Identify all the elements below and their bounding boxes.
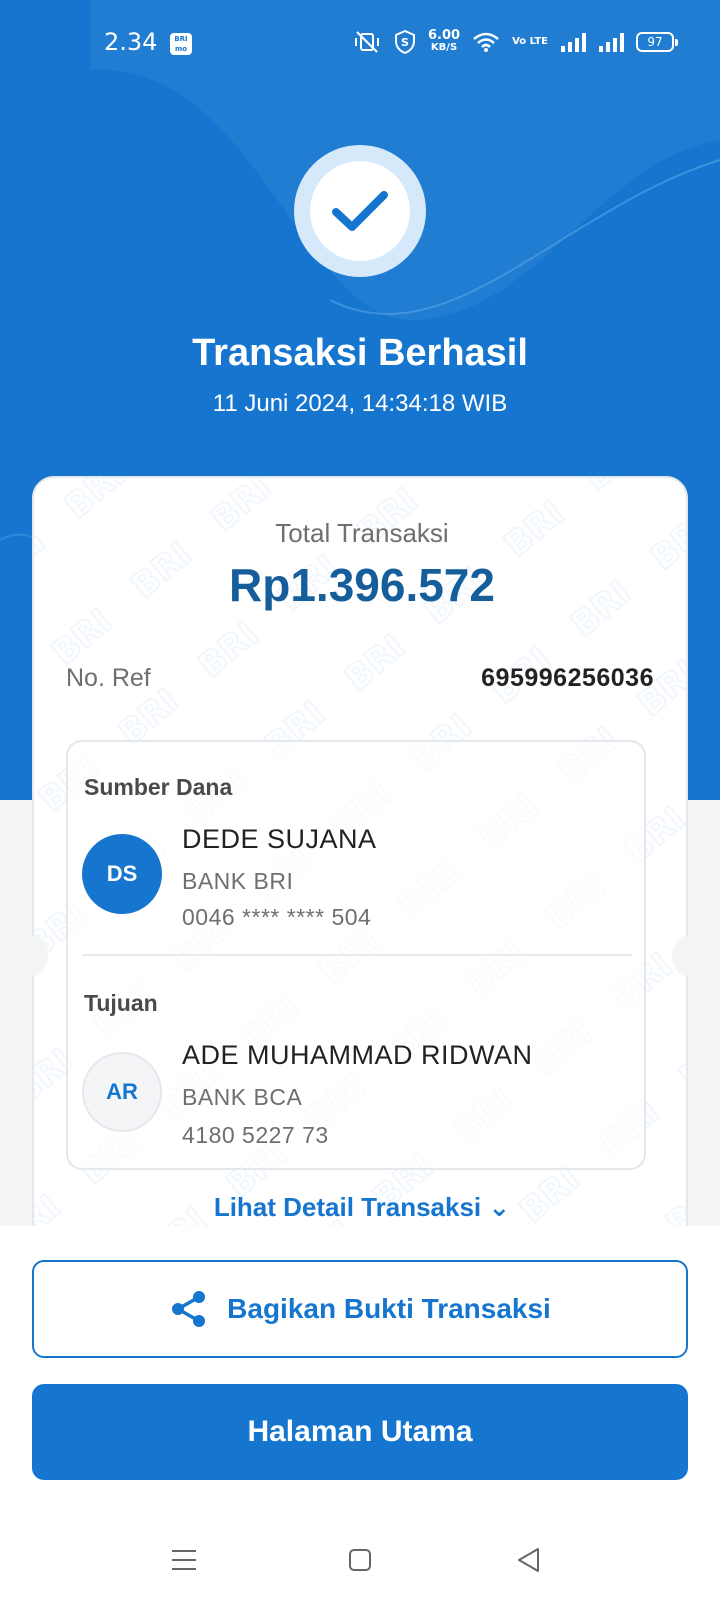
svg-text:S: S: [401, 36, 409, 49]
divider: [82, 954, 632, 956]
detail-link-label[interactable]: Lihat Detail Transaksi: [214, 1192, 481, 1222]
transaction-datetime: 11 Juni 2024, 14:34:18 WIB: [212, 390, 508, 417]
card-notch-right: [672, 936, 702, 976]
destination-avatar: AR: [82, 1052, 162, 1132]
battery-icon: 97: [636, 32, 678, 52]
checkmark-icon: [332, 191, 388, 231]
signal-icon-2: [599, 33, 624, 52]
card-notch-left: [18, 936, 48, 976]
network-speed: 6.00 KB/S: [428, 28, 461, 53]
wifi-icon: [473, 32, 499, 52]
share-icon: [172, 1291, 206, 1327]
source-account: 0046 **** **** 504: [182, 904, 372, 930]
chevron-down-icon: ⌄: [488, 1192, 511, 1222]
shield-s-icon: S: [395, 30, 415, 54]
source-name: DEDE SUJANA: [182, 824, 377, 854]
ref-number: 695996256036: [481, 664, 654, 692]
total-amount: Rp1.396.572: [229, 559, 495, 611]
menu-icon: [172, 1550, 196, 1570]
square-icon: [349, 1549, 371, 1571]
source-avatar: DS: [82, 834, 162, 914]
system-nav-bar: [0, 1520, 720, 1600]
detail-link[interactable]: Lihat Detail Transaksi ⌄: [34, 1192, 686, 1223]
source-bank: BANK BRI: [182, 868, 294, 894]
destination-label: Tujuan: [84, 990, 158, 1016]
signal-icon: [561, 33, 586, 52]
vibrate-off-icon: [355, 31, 379, 53]
back-triangle-icon: [518, 1548, 539, 1572]
total-label: Total Transaksi: [275, 518, 449, 548]
home-button-label: Halaman Utama: [247, 1415, 473, 1448]
share-receipt-button[interactable]: Bagikan Bukti Transaksi: [32, 1260, 688, 1358]
receipt-card: BRI Total Transaksi Rp1.396.572 No. Ref …: [32, 476, 688, 1256]
volte-icon: Vo LTE: [512, 36, 548, 47]
status-bar: 2.34 BRI mo S 6.00 KB/S Vo LTE 97: [0, 0, 720, 88]
destination-account: 4180 5227 73: [182, 1122, 329, 1148]
share-button-label: Bagikan Bukti Transaksi: [227, 1293, 551, 1324]
status-time: 2.34: [104, 28, 158, 56]
screen: 2.34 BRI mo S 6.00 KB/S Vo LTE 97 Transa…: [0, 0, 720, 1600]
destination-bank: BANK BCA: [182, 1084, 303, 1110]
transfer-parties: Sumber Dana DS DEDE SUJANA BANK BRI 0046…: [66, 740, 646, 1170]
app-notification-icon: BRI mo: [170, 33, 192, 55]
home-nav-button[interactable]: [340, 1540, 380, 1580]
success-badge: [294, 145, 426, 277]
recent-apps-button[interactable]: [164, 1540, 204, 1580]
destination-name: ADE MUHAMMAD RIDWAN: [182, 1040, 533, 1070]
back-button[interactable]: [508, 1540, 548, 1580]
page-title: Transaksi Berhasil: [192, 332, 528, 374]
ref-label: No. Ref: [66, 664, 151, 692]
status-icons: S 6.00 KB/S Vo LTE 97: [352, 28, 678, 54]
home-button[interactable]: Halaman Utama: [32, 1384, 688, 1480]
source-label: Sumber Dana: [84, 774, 233, 800]
